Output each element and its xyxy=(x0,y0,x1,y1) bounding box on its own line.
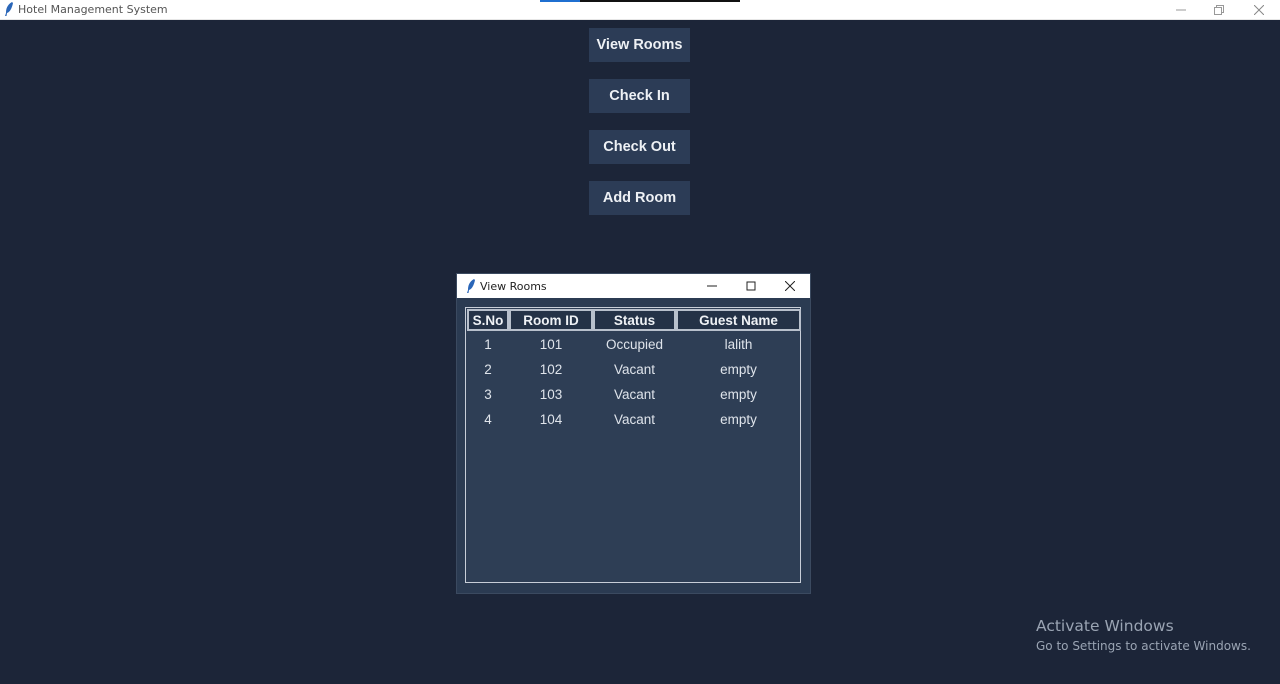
table-row[interactable]: 1 101 Occupied lalith xyxy=(467,332,801,357)
cell-status: Vacant xyxy=(613,387,656,402)
table-row[interactable]: 4 104 Vacant empty xyxy=(467,407,801,432)
table-header: S.No Room ID Status Guest Name xyxy=(467,309,801,331)
dialog-body: S.No Room ID Status Guest Name 1 101 Occ… xyxy=(457,298,810,593)
cell-room-id: 102 xyxy=(539,362,563,377)
minimize-button[interactable] xyxy=(1161,0,1201,19)
cell-sno: 2 xyxy=(484,362,492,377)
column-header-guest-name[interactable]: Guest Name xyxy=(676,309,801,331)
add-room-button[interactable]: Add Room xyxy=(589,181,690,215)
restore-icon xyxy=(1214,4,1224,15)
cell-status: Vacant xyxy=(613,362,656,377)
cell-sno: 3 xyxy=(484,387,492,402)
feather-icon xyxy=(5,2,13,16)
view-rooms-button[interactable]: View Rooms xyxy=(589,28,690,62)
watermark-title: Activate Windows xyxy=(1036,617,1174,635)
check-out-button[interactable]: Check Out xyxy=(589,130,690,164)
column-header-sno[interactable]: S.No xyxy=(467,309,509,331)
cell-status: Occupied xyxy=(605,337,664,352)
dialog-title: View Rooms xyxy=(480,280,547,293)
cell-status: Vacant xyxy=(613,412,656,427)
taskbar-dark-strip xyxy=(580,0,740,2)
dialog-maximize-button[interactable] xyxy=(736,274,766,298)
view-rooms-window: View Rooms S.No Room ID Status Guest Nam… xyxy=(457,274,810,593)
window-title: Hotel Management System xyxy=(18,3,168,16)
column-header-status[interactable]: Status xyxy=(593,309,676,331)
maximize-icon xyxy=(746,281,756,291)
table-row[interactable]: 2 102 Vacant empty xyxy=(467,357,801,382)
dialog-titlebar: View Rooms xyxy=(457,274,810,298)
column-header-room-id[interactable]: Room ID xyxy=(509,309,593,331)
main-titlebar: Hotel Management System xyxy=(0,0,1280,20)
cell-guest-name: empty xyxy=(720,412,757,427)
dialog-minimize-button[interactable] xyxy=(697,274,727,298)
cell-room-id: 101 xyxy=(539,337,563,352)
cell-sno: 4 xyxy=(484,412,492,427)
feather-icon xyxy=(467,279,475,293)
restore-button[interactable] xyxy=(1199,0,1239,19)
minimize-icon xyxy=(707,285,717,287)
cell-guest-name: empty xyxy=(720,387,757,402)
close-button[interactable] xyxy=(1239,0,1279,19)
cell-room-id: 104 xyxy=(539,412,563,427)
check-in-button[interactable]: Check In xyxy=(589,79,690,113)
cell-sno: 1 xyxy=(484,337,492,352)
table-row[interactable]: 3 103 Vacant empty xyxy=(467,382,801,407)
minimize-icon xyxy=(1176,9,1186,10)
rooms-table[interactable]: S.No Room ID Status Guest Name 1 101 Occ… xyxy=(465,307,801,583)
watermark-subtitle: Go to Settings to activate Windows. xyxy=(1036,639,1251,653)
close-icon xyxy=(1254,4,1264,15)
dialog-close-button[interactable] xyxy=(775,274,805,298)
cell-guest-name: empty xyxy=(720,362,757,377)
close-icon xyxy=(785,281,795,291)
taskbar-accent-strip xyxy=(540,0,580,2)
activation-watermark: Activate Windows Go to Settings to activ… xyxy=(1036,617,1251,653)
cell-guest-name: lalith xyxy=(724,337,753,352)
cell-room-id: 103 xyxy=(539,387,563,402)
